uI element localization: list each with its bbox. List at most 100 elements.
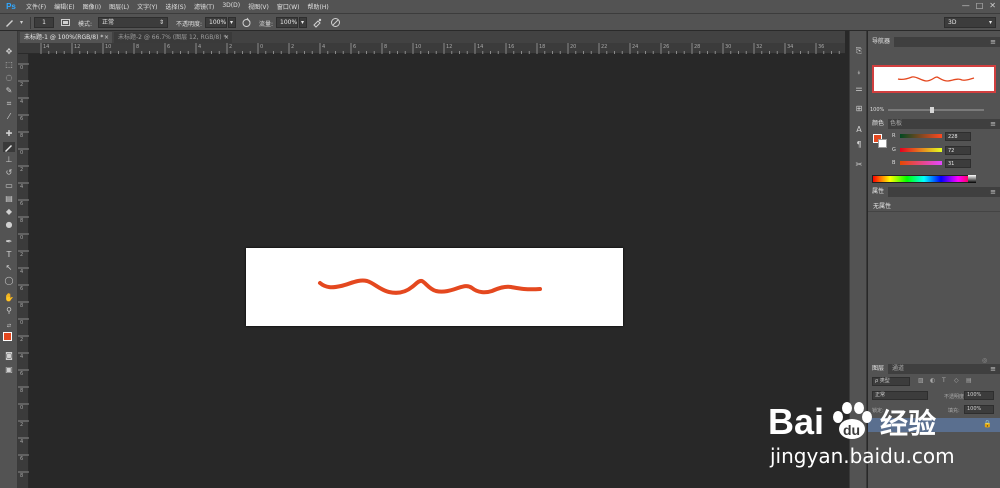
- pressure-size-icon[interactable]: [330, 17, 341, 28]
- lasso-tool-icon[interactable]: ◌: [3, 73, 15, 83]
- quick-select-tool-icon[interactable]: ✎: [3, 86, 15, 96]
- path-select-tool-icon[interactable]: ↖: [3, 263, 15, 273]
- tab-swatches[interactable]: 色板: [886, 119, 906, 129]
- close-icon[interactable]: ×: [224, 32, 229, 43]
- menu-select[interactable]: 选择(S): [161, 2, 190, 11]
- tab-navigator[interactable]: 导航器: [868, 37, 895, 47]
- move-tool-icon[interactable]: ✥: [3, 47, 15, 57]
- menu-filter[interactable]: 滤镜(T): [190, 2, 218, 11]
- tab-color[interactable]: 颜色: [868, 119, 889, 129]
- foreground-color-swatch[interactable]: [3, 332, 12, 341]
- menu-image[interactable]: 图像(I): [79, 2, 105, 11]
- blue-input[interactable]: 31: [945, 159, 971, 168]
- healing-brush-tool-icon[interactable]: ✚: [3, 129, 15, 139]
- color-spectrum[interactable]: [872, 175, 976, 183]
- history-brush-tool-icon[interactable]: ↺: [3, 168, 15, 178]
- quick-mask-icon[interactable]: ◙: [3, 351, 15, 361]
- pen-tool-icon[interactable]: ✒: [3, 237, 15, 247]
- red-label: R: [892, 133, 896, 139]
- menu-edit[interactable]: 编辑(E): [50, 2, 78, 11]
- tab-document-2[interactable]: 未标题-2 @ 66.7% (图层 12, RGB/8) * ×: [114, 32, 232, 43]
- layer-filter-value: ρ 类型: [875, 378, 890, 384]
- chevron-down-icon[interactable]: ▾: [16, 17, 27, 28]
- filter-type-icon[interactable]: T: [942, 377, 946, 384]
- spectrum-black-white[interactable]: [968, 175, 976, 183]
- clone-source-icon[interactable]: ⚌: [853, 83, 865, 94]
- chevron-updown-icon: ⇕: [158, 19, 164, 26]
- flow-input[interactable]: 100%: [276, 17, 298, 28]
- zoom-tool-icon[interactable]: ⚲: [3, 306, 15, 316]
- panel-menu-icon[interactable]: ≡: [990, 119, 996, 129]
- menu-window[interactable]: 窗口(W): [273, 2, 304, 11]
- dodge-tool-icon[interactable]: ●: [3, 220, 15, 230]
- pressure-opacity-icon[interactable]: [241, 17, 252, 28]
- baidu-jingyan-watermark: Bai du 经验: [768, 400, 1000, 442]
- opacity-input[interactable]: 100%: [205, 17, 227, 28]
- close-icon[interactable]: ×: [104, 32, 109, 43]
- zoom-slider[interactable]: [888, 109, 984, 111]
- shape-tool-icon[interactable]: ◯: [3, 276, 15, 286]
- menu-file[interactable]: 文件(F): [22, 2, 50, 11]
- crop-tool-icon[interactable]: ⌗: [3, 99, 15, 109]
- tab-label: 未标题-2 @ 66.7% (图层 12, RGB/8) *: [118, 34, 227, 41]
- gradient-tool-icon[interactable]: ▤: [3, 194, 15, 204]
- eyedropper-tool-icon[interactable]: ⁄: [3, 112, 15, 122]
- brush-panel-icon[interactable]: [60, 17, 71, 28]
- panel-menu-icon[interactable]: ≡: [990, 37, 996, 47]
- close-button[interactable]: ✕: [989, 1, 996, 11]
- hand-tool-icon[interactable]: ✋: [3, 293, 15, 303]
- red-slider[interactable]: [900, 134, 942, 138]
- brush-tool-icon[interactable]: [3, 142, 15, 152]
- workspace-select[interactable]: 3D ▾: [944, 17, 996, 28]
- filter-adjust-icon[interactable]: ◐: [930, 377, 935, 384]
- red-input[interactable]: 228: [945, 132, 971, 141]
- adjustments-icon[interactable]: ⊞: [853, 103, 865, 114]
- marquee-tool-icon[interactable]: ⬚: [3, 60, 15, 70]
- filter-shape-icon[interactable]: ◇: [954, 377, 959, 384]
- brush-tool-icon[interactable]: [4, 17, 15, 28]
- tab-layers[interactable]: 图层: [868, 364, 889, 374]
- green-slider[interactable]: [900, 148, 942, 152]
- opacity-dropdown[interactable]: ▾: [228, 17, 236, 28]
- filter-pixel-icon[interactable]: ▨: [918, 377, 924, 384]
- properties-footer-icon[interactable]: ◎: [982, 357, 987, 364]
- navigator-preview[interactable]: [872, 65, 996, 93]
- blue-slider[interactable]: [900, 161, 942, 165]
- blur-tool-icon[interactable]: ◆: [3, 207, 15, 217]
- layer-filter-select[interactable]: ρ 类型: [872, 377, 910, 386]
- menu-3d[interactable]: 3D(D): [218, 2, 244, 11]
- screen-mode-icon[interactable]: ▣: [3, 365, 15, 375]
- layer-opacity-input[interactable]: 100%: [964, 391, 994, 400]
- blend-mode-select[interactable]: 正常: [872, 391, 928, 400]
- clone-stamp-tool-icon[interactable]: ⊥: [3, 155, 15, 165]
- maximize-button[interactable]: □: [976, 1, 984, 11]
- menu-layer[interactable]: 图层(L): [105, 2, 133, 11]
- menu-help[interactable]: 帮助(H): [304, 2, 333, 11]
- tab-properties[interactable]: 属性: [868, 187, 889, 197]
- panel-menu-icon[interactable]: ≡: [990, 364, 996, 374]
- flow-dropdown[interactable]: ▾: [299, 17, 307, 28]
- green-input[interactable]: 72: [945, 146, 971, 155]
- document-canvas[interactable]: [246, 248, 623, 326]
- filter-smart-icon[interactable]: ▤: [966, 377, 972, 384]
- ruler-number: 12: [446, 44, 453, 50]
- tab-document-1[interactable]: 未标题-1 @ 100%(RGB/8) * ×: [20, 32, 112, 43]
- type-tool-icon[interactable]: T: [3, 250, 15, 260]
- menu-view[interactable]: 视图(V): [244, 2, 273, 11]
- history-panel-icon[interactable]: ⎘: [853, 45, 865, 56]
- zoom-slider-handle[interactable]: [930, 107, 934, 113]
- color-background-swatch[interactable]: [878, 139, 887, 148]
- minimize-button[interactable]: —: [962, 1, 970, 11]
- brush-size-picker[interactable]: 1: [34, 17, 54, 28]
- character-panel-icon[interactable]: A: [853, 124, 865, 135]
- paragraph-panel-icon[interactable]: ¶: [853, 139, 865, 150]
- brush-presets-icon[interactable]: ⍖: [853, 67, 865, 78]
- tools-presets-icon[interactable]: ✂: [853, 159, 865, 170]
- panel-menu-icon[interactable]: ≡: [990, 187, 996, 197]
- mode-select[interactable]: 正常 ⇕: [98, 17, 168, 28]
- tab-channels[interactable]: 通道: [888, 364, 908, 374]
- menu-type[interactable]: 文字(Y): [133, 2, 161, 11]
- swap-colors-icon[interactable]: ⇄: [3, 321, 15, 331]
- airbrush-icon[interactable]: [312, 17, 323, 28]
- eraser-tool-icon[interactable]: ▭: [3, 181, 15, 191]
